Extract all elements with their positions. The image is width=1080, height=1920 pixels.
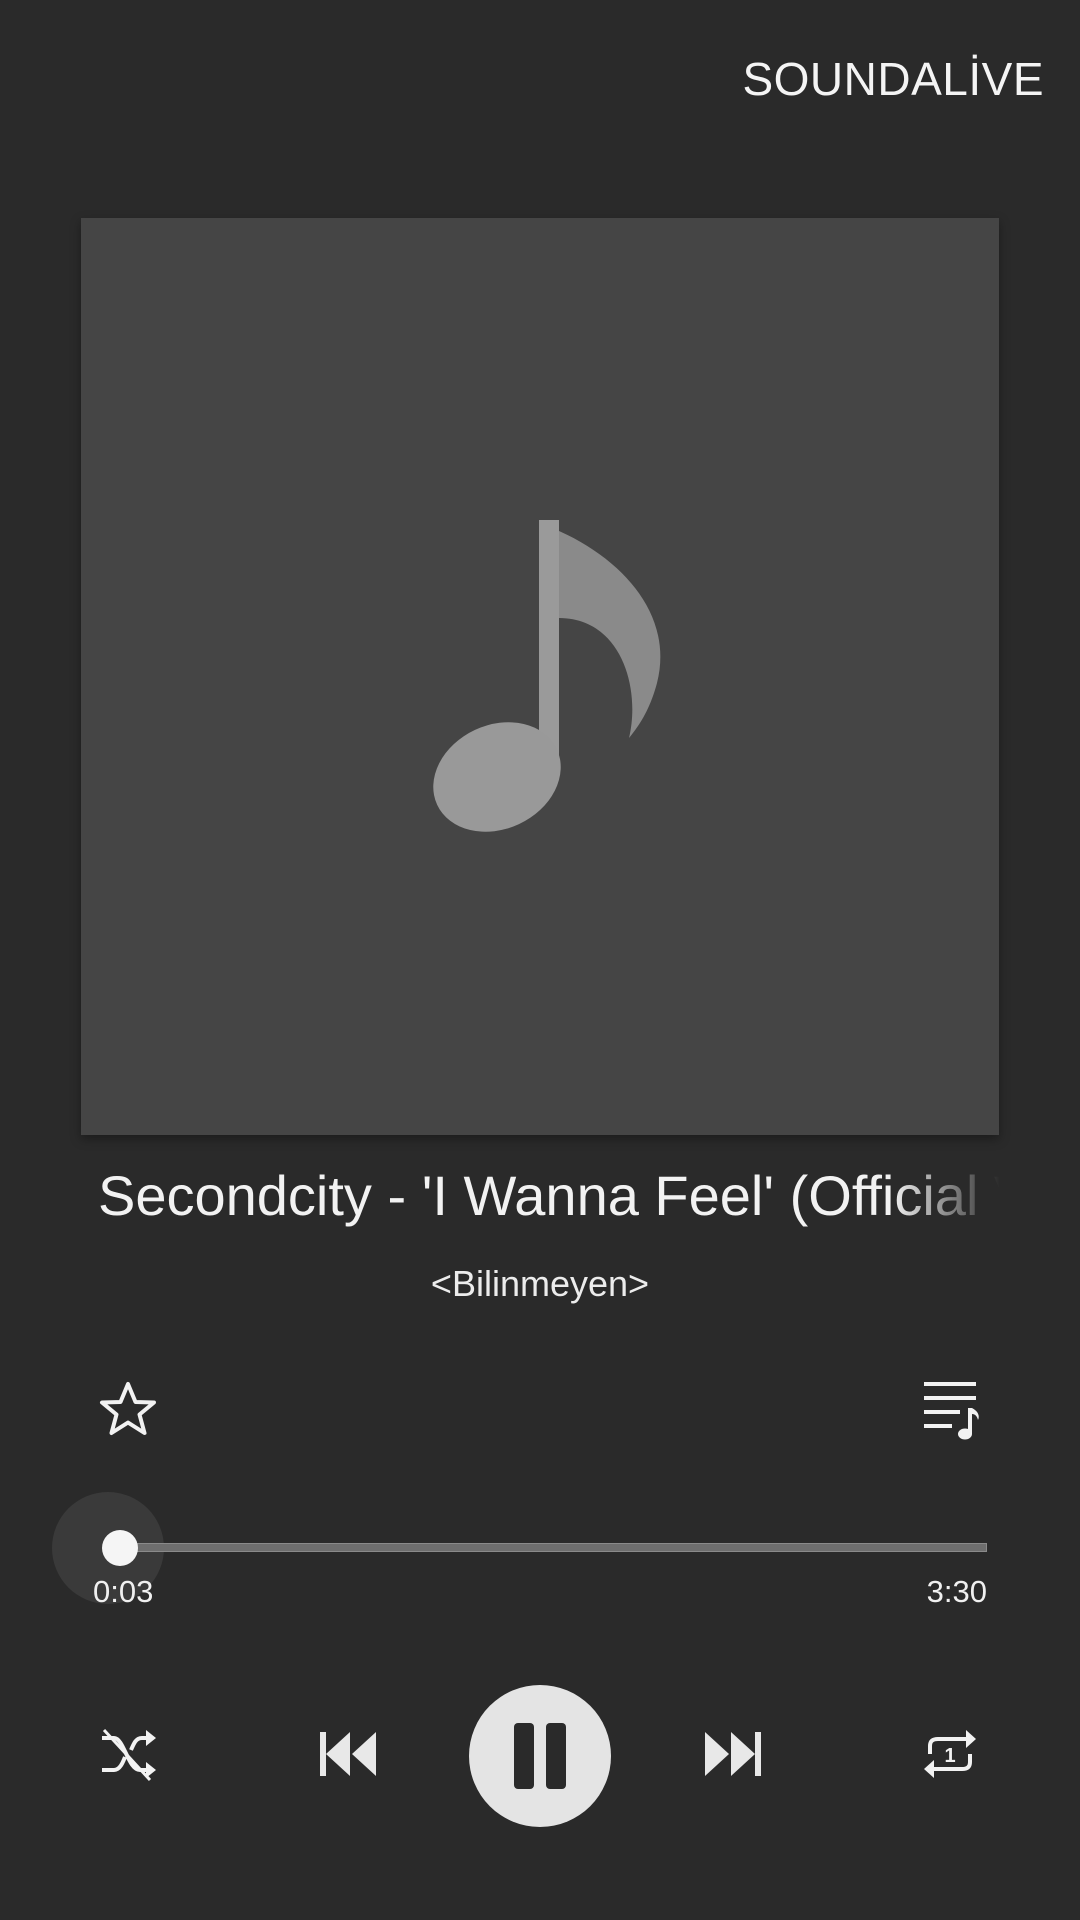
skip-previous-icon <box>320 1732 376 1776</box>
repeat-button[interactable]: 1 <box>920 1724 980 1784</box>
current-time: 0:03 <box>93 1574 154 1609</box>
favorite-button[interactable] <box>96 1378 160 1442</box>
music-note-icon <box>433 520 661 832</box>
star-outline-icon <box>100 1382 156 1435</box>
pause-icon <box>514 1723 534 1789</box>
seek-track[interactable] <box>108 1543 987 1552</box>
artist-name: <Bilinmeyen> <box>430 1263 650 1304</box>
queue-music-icon <box>924 1382 979 1440</box>
playlist-button[interactable] <box>918 1378 982 1442</box>
total-time: 3:30 <box>926 1574 987 1609</box>
previous-button[interactable] <box>318 1726 378 1782</box>
seek-bar[interactable] <box>50 1490 990 1606</box>
shuffle-button[interactable] <box>98 1724 158 1784</box>
album-art <box>81 218 999 1135</box>
skip-next-icon <box>705 1732 761 1776</box>
next-button[interactable] <box>703 1726 763 1782</box>
svg-text:1: 1 <box>944 1745 955 1767</box>
soundalive-button[interactable]: SOUNDALİVE <box>742 52 1044 106</box>
repeat-one-icon: 1 <box>924 1730 976 1778</box>
shuffle-icon <box>102 1728 156 1782</box>
pause-button[interactable] <box>469 1685 611 1827</box>
song-title: Secondcity - 'I Wanna Feel' (Official V <box>98 1164 1000 1227</box>
pause-icon-bar <box>546 1723 566 1789</box>
